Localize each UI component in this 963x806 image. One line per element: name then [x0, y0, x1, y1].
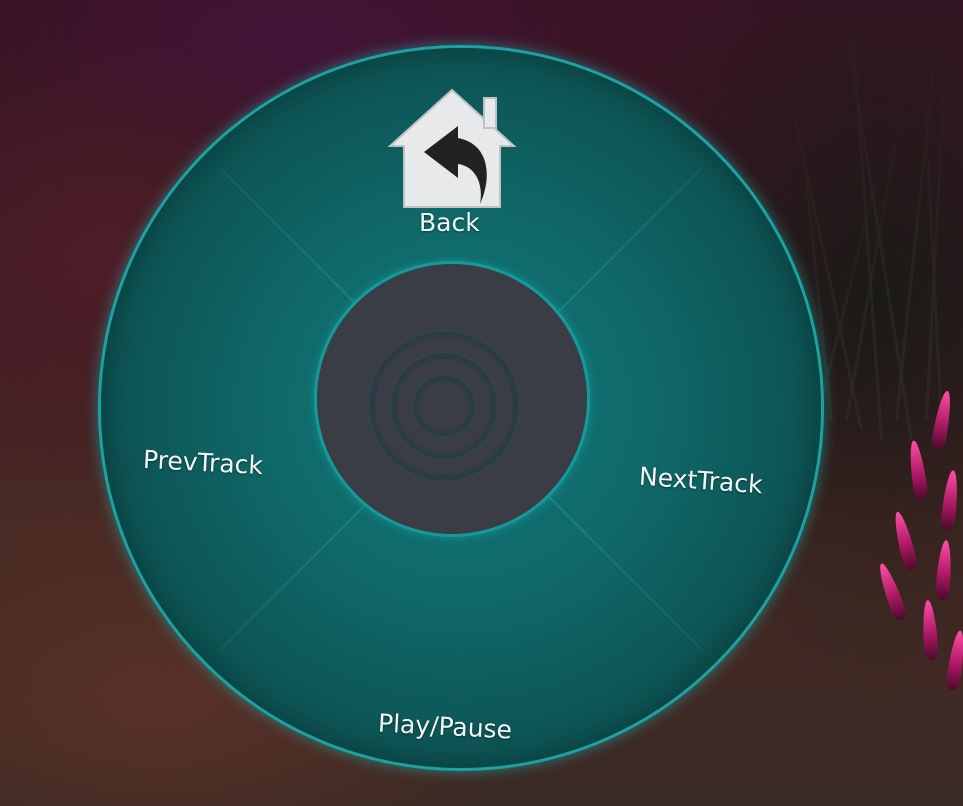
radial-item-label: Back — [419, 208, 480, 237]
radial-item-label: NextTrack — [638, 461, 764, 500]
home-back-icon — [388, 88, 516, 208]
radial-menu-hub[interactable] — [317, 264, 587, 534]
radial-item-label: PrevTrack — [142, 444, 264, 481]
radial-item-label: Play/Pause — [377, 708, 513, 745]
radial-menu: Back NextTrack Play/Pause PrevTrack — [101, 48, 821, 768]
